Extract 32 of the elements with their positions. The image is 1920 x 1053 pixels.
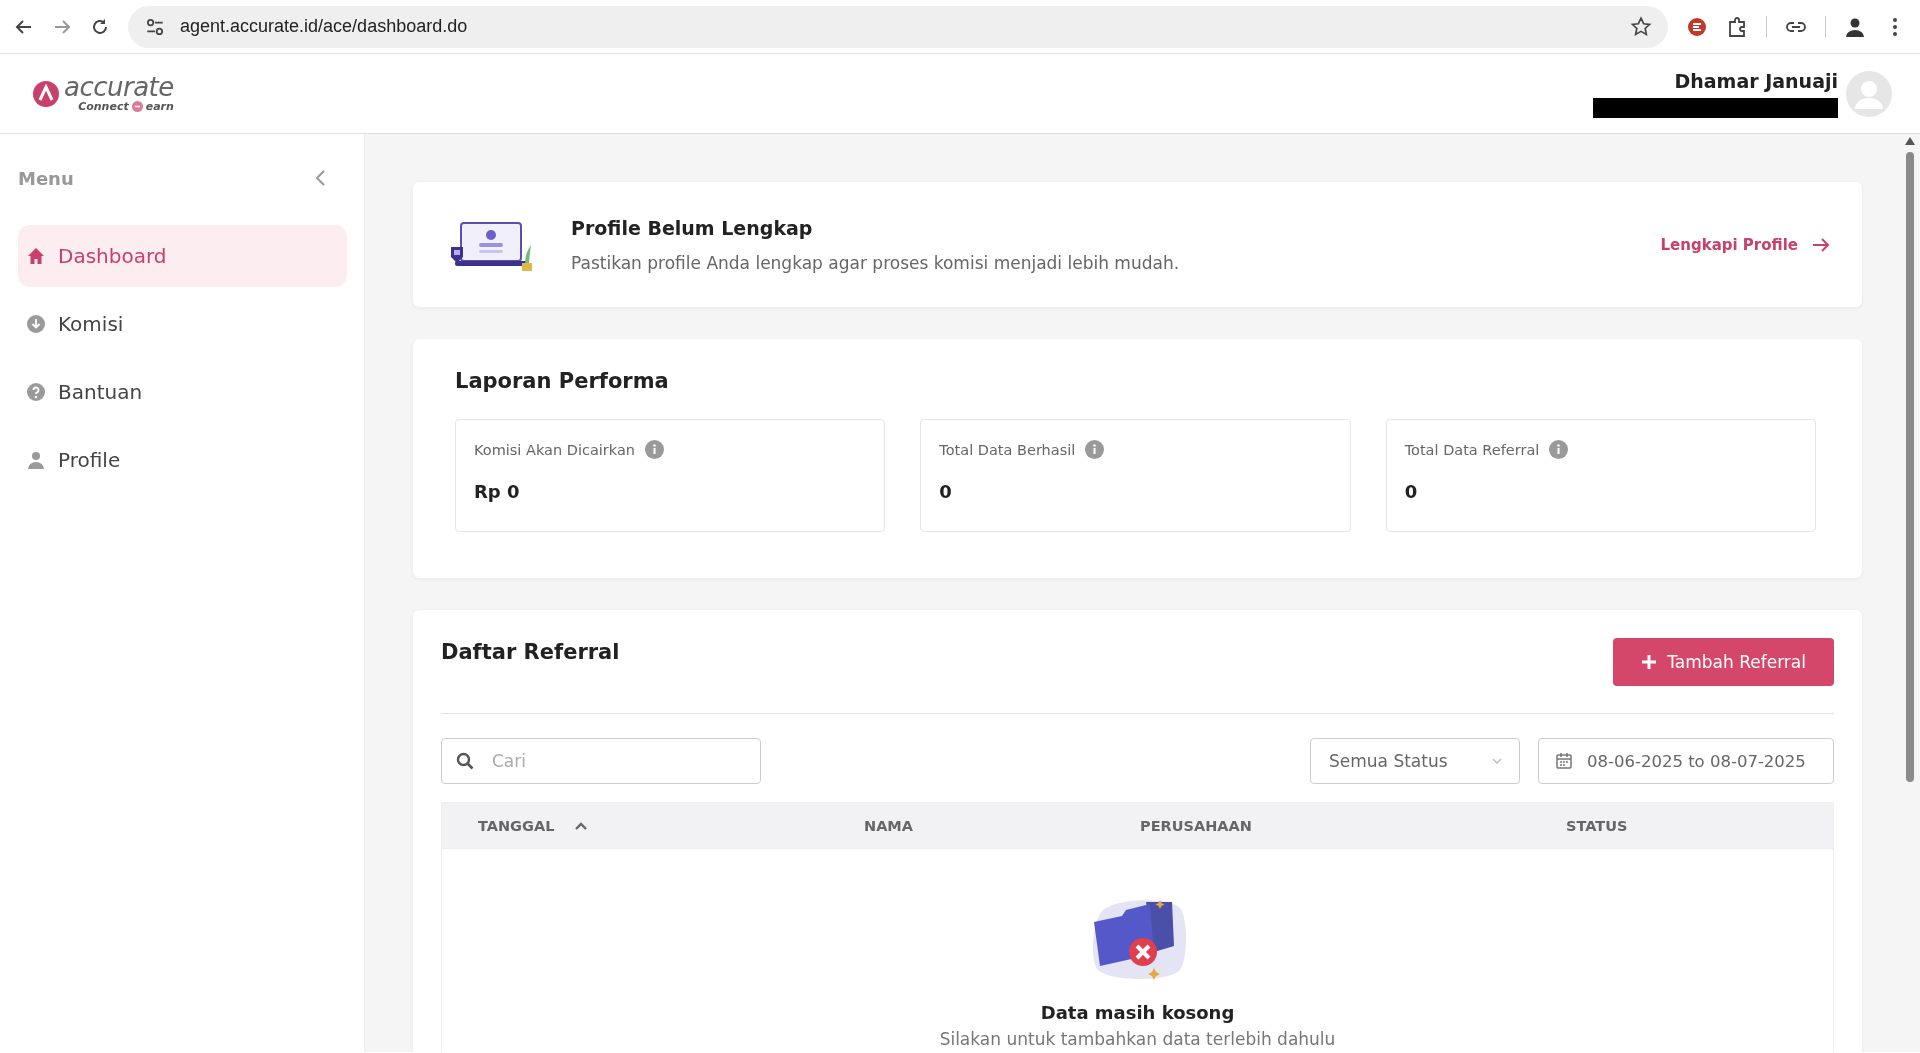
notice-text: Pastikan profile Anda lengkap agar proses komisi menjadi lebih mudah. [571,252,1181,273]
sidebar-item[interactable]: Dashboard [18,225,347,287]
section-title: Laporan Performa [455,369,670,393]
menu-title: Menu [18,167,74,189]
url-text: agent.accurate.id/ace/dashboard.do [180,16,469,37]
section-title: Daftar Referral [441,640,620,664]
column-header[interactable]: PERUSAHAAN [1140,817,1252,834]
status-dropdown[interactable]: Semua Status [1310,738,1520,784]
user-name: Dhamar Januaji [1674,69,1838,92]
empty-state-title: Data masih kosong [1040,1002,1235,1023]
logo-tagline: Connect [78,100,129,113]
stat-label: Komisi Akan Dicairkan [474,441,635,458]
logo-tagline: earn [145,100,174,113]
search-field[interactable]: Cari [441,738,761,784]
stat-label: Total Data Berhasil [939,441,1076,458]
stat-value: 0 [1404,481,1419,502]
notice-title: Profile Belum Lengkap [571,216,814,239]
column-header[interactable]: STATUS [1566,817,1628,834]
logo-text: accurate [64,74,174,100]
add-referral-button[interactable]: Tambah Referral [1613,638,1834,686]
sidebar-item[interactable]: Bantuan [18,361,347,423]
empty-state-text: Silakan untuk tambahkan data terlebih dahulu [939,1029,1336,1049]
stat-label: Total Data Referral [1404,441,1540,458]
stat-value: 0 [939,481,953,502]
stat-value: Rp 0 [474,481,521,502]
date-range-field[interactable]: 08-06-2025 to 08-07-2025 [1538,738,1834,784]
sidebar-item[interactable]: Komisi [18,293,347,355]
complete-profile-link[interactable]: Lengkapi Profile [1660,235,1830,254]
column-header[interactable]: TANGGAL [478,817,589,834]
column-header[interactable]: NAMA [864,817,913,834]
sidebar-item[interactable]: Profile [18,429,347,491]
address-bar[interactable]: agent.accurate.id/ace/dashboard.do [128,5,1668,48]
